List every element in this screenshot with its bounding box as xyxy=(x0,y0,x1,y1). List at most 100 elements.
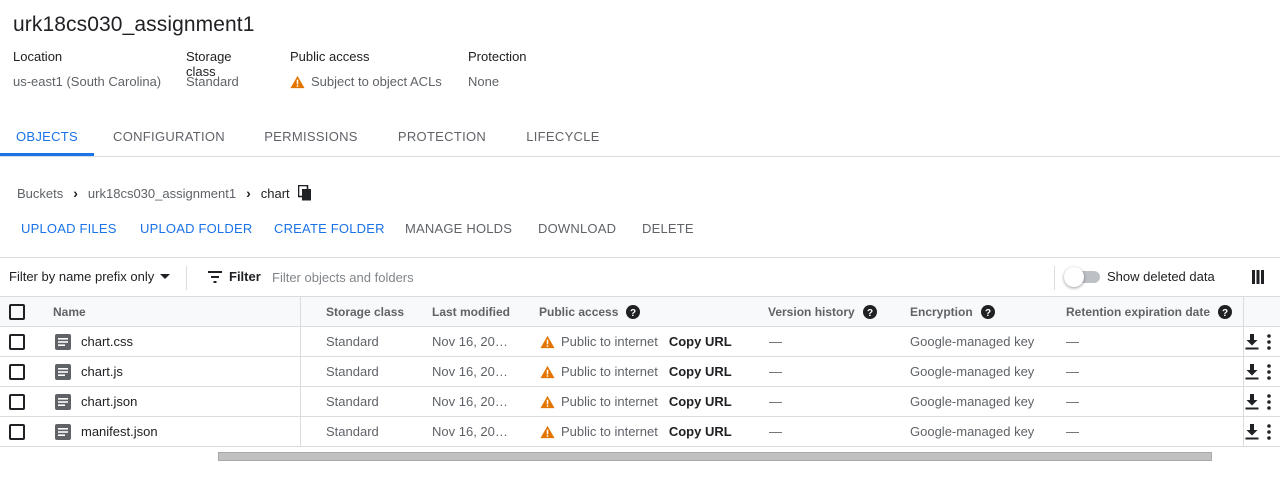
copy-icon[interactable] xyxy=(297,185,312,201)
object-name-link[interactable]: chart.json xyxy=(81,394,137,409)
header-storage-class[interactable]: Storage class xyxy=(326,297,404,326)
name-cell: chart.css xyxy=(55,327,133,356)
horizontal-scrollbar[interactable] xyxy=(218,452,1212,461)
checkbox-box xyxy=(9,393,25,410)
help-icon[interactable]: ? xyxy=(980,304,995,319)
encryption-cell: Google-managed key xyxy=(910,424,1035,439)
filter-input[interactable] xyxy=(272,266,732,288)
public-access-status: Public to internet xyxy=(561,334,658,349)
encryption-cell: Google-managed key xyxy=(910,334,1035,349)
protection-label: Protection xyxy=(468,49,527,64)
filter-bar: Filter by name prefix only Filter Show d… xyxy=(0,257,1280,297)
public-access-info: Public access Subject to object ACLs xyxy=(290,49,442,89)
row-actions xyxy=(1245,387,1271,416)
more-vert-icon[interactable] xyxy=(1267,423,1271,440)
header-retention-label: Retention expiration date xyxy=(1066,304,1211,319)
manage-holds-button[interactable]: MANAGE HOLDS xyxy=(405,221,512,236)
row-checkbox[interactable] xyxy=(9,387,25,416)
divider xyxy=(186,266,187,290)
checkbox-box xyxy=(9,423,25,440)
column-divider xyxy=(300,417,301,446)
checkbox-box xyxy=(9,303,25,320)
help-icon[interactable]: ? xyxy=(862,304,877,319)
retention-cell: — xyxy=(1066,364,1079,379)
storage-class-cell: Standard xyxy=(326,334,379,349)
toggle-knob xyxy=(1064,267,1084,287)
header-name[interactable]: Name xyxy=(53,297,86,326)
svg-text:?: ? xyxy=(867,307,873,318)
row-checkbox[interactable] xyxy=(9,417,25,446)
header-last-modified[interactable]: Last modified xyxy=(432,297,510,326)
protection-info: Protection None xyxy=(468,49,527,89)
select-all-checkbox[interactable] xyxy=(9,297,25,326)
download-icon[interactable] xyxy=(1245,423,1259,440)
column-divider xyxy=(1243,417,1244,446)
storage-class-cell: Standard xyxy=(326,394,379,409)
object-name-link[interactable]: chart.css xyxy=(81,334,133,349)
show-deleted-toggle[interactable] xyxy=(1064,267,1100,287)
filter-mode-label: Filter by name prefix only xyxy=(9,269,155,284)
copy-url-button[interactable]: Copy URL xyxy=(669,394,732,409)
public-access-cell: Public to internet Copy URL xyxy=(540,357,732,386)
more-vert-icon[interactable] xyxy=(1267,333,1271,350)
tab-lifecycle[interactable]: LIFECYCLE xyxy=(520,118,606,156)
breadcrumb-folder: chart xyxy=(260,185,290,201)
checkbox-box xyxy=(9,363,25,380)
chevron-right-icon: › xyxy=(246,185,251,201)
warning-triangle-icon xyxy=(540,365,555,378)
download-icon[interactable] xyxy=(1245,333,1259,350)
more-vert-icon[interactable] xyxy=(1267,393,1271,410)
warning-triangle-icon xyxy=(540,335,555,348)
public-access-status: Public to internet xyxy=(561,364,658,379)
tab-objects[interactable]: OBJECTS xyxy=(0,118,94,156)
breadcrumb-bucket[interactable]: urk18cs030_assignment1 xyxy=(88,186,236,201)
copy-url-button[interactable]: Copy URL xyxy=(669,364,732,379)
last-modified-cell: Nov 16, 20… xyxy=(432,334,508,349)
object-name-link[interactable]: manifest.json xyxy=(81,424,158,439)
table-row: chart.css Standard Nov 16, 20… Public to… xyxy=(0,327,1280,357)
object-name-link[interactable]: chart.js xyxy=(81,364,123,379)
help-icon[interactable]: ? xyxy=(626,304,641,319)
download-icon[interactable] xyxy=(1245,363,1259,380)
row-checkbox[interactable] xyxy=(9,357,25,386)
upload-folder-button[interactable]: UPLOAD FOLDER xyxy=(140,221,252,236)
breadcrumb-buckets[interactable]: Buckets xyxy=(17,186,63,201)
public-access-label: Public access xyxy=(290,49,370,64)
row-checkbox[interactable] xyxy=(9,327,25,356)
help-icon[interactable]: ? xyxy=(1218,304,1233,319)
storage-class-cell: Standard xyxy=(326,364,379,379)
tab-permissions[interactable]: PERMISSIONS xyxy=(258,118,364,156)
file-icon xyxy=(55,333,71,350)
upload-files-button[interactable]: UPLOAD FILES xyxy=(21,221,117,236)
filter-mode-select[interactable]: Filter by name prefix only xyxy=(9,269,171,284)
chevron-right-icon: › xyxy=(73,185,78,201)
column-display-icon[interactable] xyxy=(1252,270,1264,284)
tab-protection[interactable]: PROTECTION xyxy=(392,118,492,156)
public-access-status: Public to internet xyxy=(561,394,658,409)
copy-url-button[interactable]: Copy URL xyxy=(669,424,732,439)
tab-configuration[interactable]: CONFIGURATION xyxy=(108,118,230,156)
delete-button[interactable]: DELETE xyxy=(642,221,694,236)
column-divider xyxy=(300,387,301,416)
name-cell: manifest.json xyxy=(55,417,158,446)
download-button[interactable]: DOWNLOAD xyxy=(538,221,616,236)
protection-value: None xyxy=(468,74,500,89)
download-icon[interactable] xyxy=(1245,393,1259,410)
header-public-access: Public access ? xyxy=(539,297,641,326)
name-cell: chart.json xyxy=(55,387,137,416)
last-modified-cell: Nov 16, 20… xyxy=(432,424,508,439)
location-label: Location xyxy=(13,49,63,64)
row-actions xyxy=(1245,327,1271,356)
retention-cell: — xyxy=(1066,424,1079,439)
more-vert-icon[interactable] xyxy=(1267,363,1271,380)
retention-cell: — xyxy=(1066,334,1079,349)
column-divider xyxy=(1243,387,1244,416)
bucket-title: urk18cs030_assignment1 xyxy=(13,13,255,36)
objects-table: Name Storage class Last modified Public … xyxy=(0,297,1280,447)
copy-url-button[interactable]: Copy URL xyxy=(669,334,732,349)
warning-triangle-icon xyxy=(540,395,555,408)
header-encryption-label: Encryption xyxy=(910,304,973,319)
last-modified-cell: Nov 16, 20… xyxy=(432,364,508,379)
warning-triangle-icon xyxy=(540,425,555,438)
create-folder-button[interactable]: CREATE FOLDER xyxy=(274,221,385,236)
